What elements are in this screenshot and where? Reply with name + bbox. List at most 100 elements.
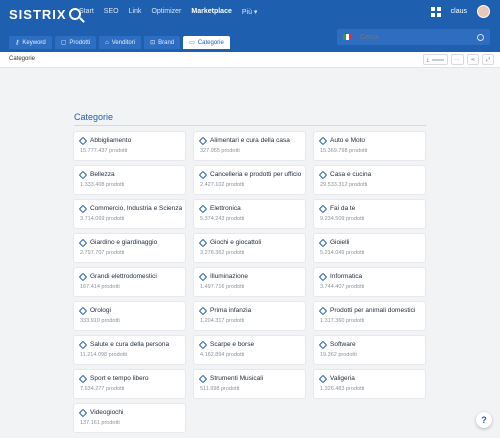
nav-optimizer[interactable]: Optimizer (151, 8, 181, 16)
category-card[interactable]: Giardino e giardinaggio 2.797.707 prodott… (74, 234, 185, 262)
category-product-count: 7.634.277 prodotti (80, 386, 125, 392)
search-box[interactable] (337, 29, 490, 45)
category-product-count: 137.161 prodotti (80, 420, 120, 426)
category-card[interactable]: Prodotti per animali domestici 1.317.360 … (314, 302, 425, 330)
category-card[interactable]: Valigeria 1.326.483 prodotti (314, 370, 425, 398)
category-card[interactable]: Cancelleria e prodotti per ufficio 2.427.… (194, 166, 305, 194)
category-card[interactable]: Informatica 3.744.407 prodotti (314, 268, 425, 296)
category-name: Commercio, Industria e Scienza (90, 205, 183, 212)
category-card[interactable]: Casa e cucina 29.533.312 prodotti (314, 166, 425, 194)
category-icon (198, 272, 208, 282)
category-icon (198, 238, 208, 248)
category-name: Giochi e giocattoli (210, 239, 262, 246)
category-product-count: 333.910 prodotti (80, 318, 120, 324)
tab-label: Prodotti (69, 39, 91, 46)
category-product-count: 5.374.243 prodotti (200, 216, 245, 222)
category-icon (318, 204, 328, 214)
category-card[interactable]: Illuminazione 1.497.716 prodotti (194, 268, 305, 296)
category-name: Valigeria (330, 375, 355, 382)
download-icon: ⤓ (426, 56, 429, 63)
category-card[interactable]: Scarpe e borse 4.162.894 prodotti (194, 336, 305, 364)
category-name: Alimentari e cura della casa (210, 137, 290, 144)
top-navbar: SISTRIX Start SEO Link Optimizer Marketp… (0, 0, 500, 52)
export-button[interactable]: ⤓ (422, 54, 448, 65)
help-button[interactable]: ? (476, 412, 492, 428)
tab-label: Keyword (22, 39, 46, 46)
category-card[interactable]: Grandi elettrodomestici 167.414 prodotti (74, 268, 185, 296)
category-card[interactable]: Strumenti Musicali 511.998 prodotti (194, 370, 305, 398)
category-icon (318, 340, 328, 350)
category-card[interactable]: Abbigliamento 15.777.437 prodotti (74, 132, 185, 160)
share-button[interactable]: ⋖ (466, 54, 479, 65)
category-card[interactable]: Bellezza 1.333.408 prodotti (74, 166, 185, 194)
avatar[interactable] (477, 5, 490, 18)
nav-link[interactable]: Link (129, 8, 142, 16)
category-product-count: 15.369.798 prodotti (320, 148, 368, 154)
category-card[interactable]: Gioielli 5.214.049 prodotti (314, 234, 425, 262)
category-icon (78, 136, 88, 146)
category-product-count: 1.317.360 prodotti (320, 318, 365, 324)
subheader-bar: Categorie ⤓ ⋯ ⋖ ⤢ (0, 52, 500, 68)
category-card[interactable]: Prima infanzia 1.204.317 prodotti (194, 302, 305, 330)
category-icon (78, 238, 88, 248)
category-icon (78, 272, 88, 282)
category-product-count: 167.414 prodotti (80, 284, 120, 290)
category-card[interactable]: Orologi 333.910 prodotti (74, 302, 185, 330)
category-card[interactable]: Fai da te 9.234.509 prodotti (314, 200, 425, 228)
nav-start[interactable]: Start (79, 8, 94, 16)
category-icon (318, 136, 328, 146)
italy-flag-icon[interactable] (343, 34, 352, 40)
category-product-count: 3.276.362 prodotti (200, 250, 245, 256)
page-tools: ⤓ ⋯ ⋖ ⤢ (422, 54, 494, 65)
fullscreen-button[interactable]: ⤢ (481, 54, 494, 65)
category-name: Informatica (330, 273, 363, 280)
category-product-count: 15.777.437 prodotti (80, 148, 128, 154)
user-name[interactable]: claus (451, 8, 467, 15)
cart-icon: ⊡ (150, 40, 156, 46)
category-name: Giardino e giardinaggio (90, 239, 158, 246)
sistrix-logo[interactable]: SISTRIX (9, 5, 81, 23)
category-card[interactable]: Salute e cura della persona 11.214.098 pr… (74, 336, 185, 364)
logo-text: SISTRIX (9, 6, 67, 22)
category-name: Software (330, 341, 356, 348)
category-card[interactable]: Software 19.362 prodotti (314, 336, 425, 364)
category-card[interactable]: Videogiochi 137.161 prodotti (74, 404, 185, 432)
category-icon (198, 374, 208, 384)
category-product-count: 1.497.716 prodotti (200, 284, 245, 290)
category-card[interactable]: Commercio, Industria e Scienza 3.714.069 … (74, 200, 185, 228)
tab-brand[interactable]: ⊡ Brand (144, 36, 181, 49)
category-name: Prima infanzia (210, 307, 252, 314)
category-card[interactable]: Elettronica 5.374.243 prodotti (194, 200, 305, 228)
category-card[interactable]: Sport e tempo libero 7.634.277 prodotti (74, 370, 185, 398)
nav-more[interactable]: Più ▾ (242, 8, 258, 16)
category-card[interactable]: Giochi e giocattoli 3.276.362 prodotti (194, 234, 305, 262)
category-name: Illuminazione (210, 273, 248, 280)
category-icon (78, 306, 88, 316)
category-product-count: 29.533.312 prodotti (320, 182, 368, 188)
category-product-count: 5.214.049 prodotti (320, 250, 365, 256)
apps-grid-icon[interactable] (430, 6, 441, 17)
category-product-count: 3.744.407 prodotti (320, 284, 365, 290)
tab-venditori[interactable]: ⌂ Venditori (99, 36, 142, 49)
category-icon (198, 306, 208, 316)
options-icon: ⋯ (454, 56, 460, 63)
tab-keyword[interactable]: ⚷ Keyword (9, 36, 52, 49)
category-product-count: 2.797.707 prodotti (80, 250, 125, 256)
search-icon[interactable] (477, 33, 484, 41)
options-button[interactable]: ⋯ (450, 54, 464, 65)
category-icon (318, 272, 328, 282)
category-icon (78, 408, 88, 418)
category-name: Grandi elettrodomestici (90, 273, 157, 280)
tab-label: Brand (158, 39, 175, 46)
tab-prodotti[interactable]: ▢ Prodotti (54, 36, 97, 49)
tab-categorie[interactable]: ▭ Categorie (183, 36, 230, 49)
category-product-count: 1.333.408 prodotti (80, 182, 125, 188)
category-card[interactable]: Alimentari e cura della casa 327.955 prod… (194, 132, 305, 160)
search-input[interactable] (360, 33, 450, 41)
nav-marketplace[interactable]: Marketplace (191, 8, 231, 16)
category-icon (198, 204, 208, 214)
nav-seo[interactable]: SEO (104, 8, 119, 16)
category-card[interactable]: Auto e Moto 15.369.798 prodotti (314, 132, 425, 160)
category-icon (78, 170, 88, 180)
category-product-count: 1.204.317 prodotti (200, 318, 245, 324)
